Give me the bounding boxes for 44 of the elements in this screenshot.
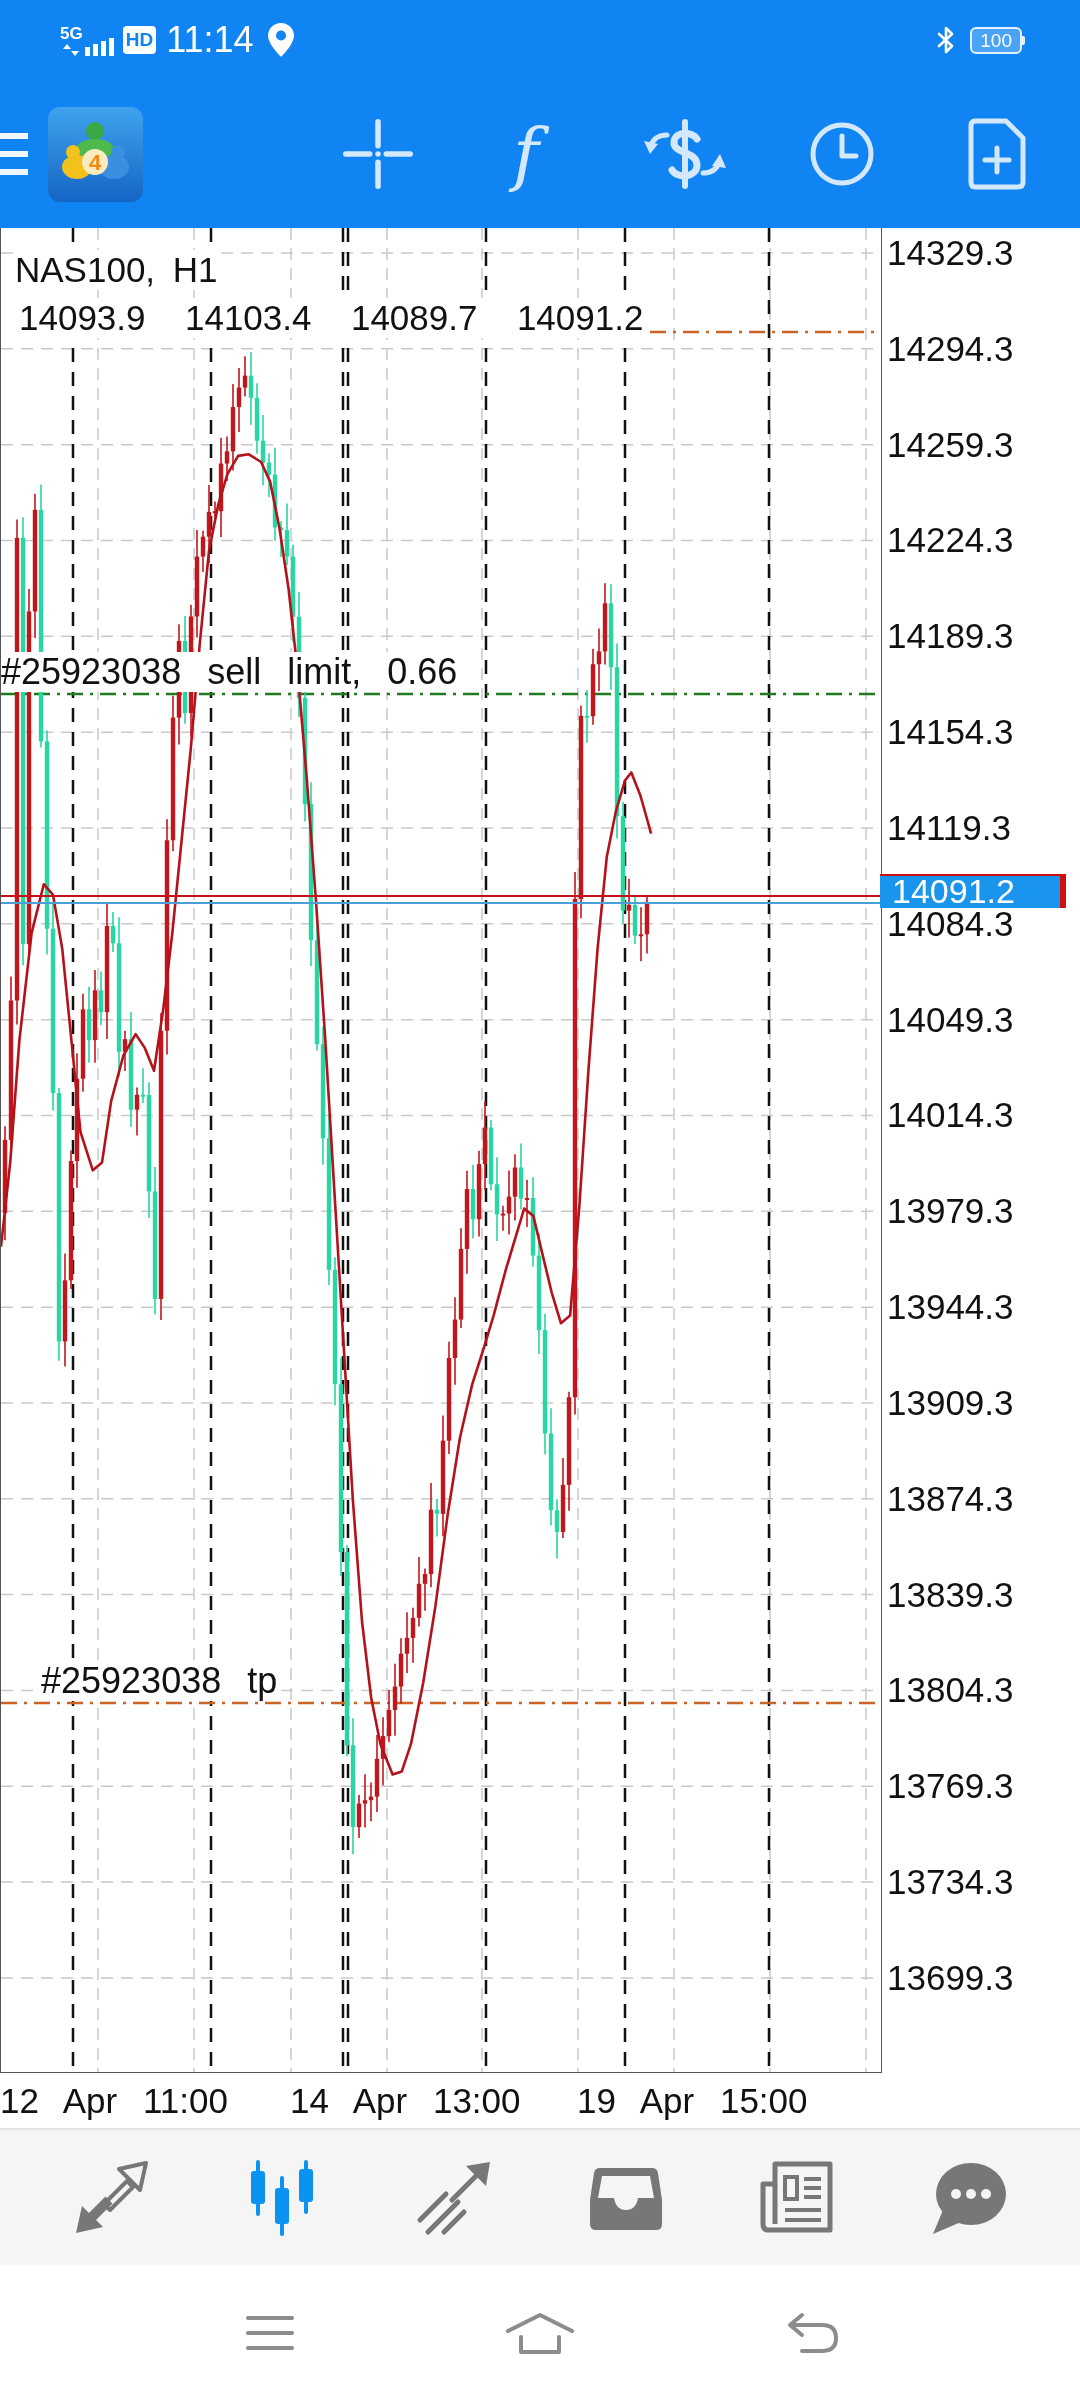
price-axis-label: 13769.3 bbox=[887, 1772, 1015, 1801]
price-axis-label: 14259.3 bbox=[887, 430, 1015, 459]
battery-level-text: 100 bbox=[970, 26, 1022, 54]
home-icon[interactable] bbox=[504, 2310, 576, 2355]
current-price-label: 14091.2 bbox=[880, 874, 1066, 908]
price-axis-label: 14189.3 bbox=[887, 622, 1015, 651]
price-axis-label: 14224.3 bbox=[887, 526, 1015, 555]
price-axis-label: 14294.3 bbox=[887, 334, 1015, 363]
price-axis-label: 14084.3 bbox=[887, 909, 1015, 938]
price-axis-label: 14154.3 bbox=[887, 718, 1015, 747]
time-axis-label: 12 Apr 11:00 bbox=[0, 2080, 229, 2121]
price-axis-label: 13699.3 bbox=[887, 1963, 1015, 1992]
time-axis-label: 14 Apr 13:00 bbox=[290, 2080, 522, 2121]
order-label: #25923038 sell limit, 0.66 bbox=[1, 652, 458, 692]
price-axis-label: 13874.3 bbox=[887, 1484, 1015, 1513]
price-axis-label: 13944.3 bbox=[887, 1293, 1015, 1322]
price-axis-label: 14049.3 bbox=[887, 1005, 1015, 1034]
network-type-label: 5G bbox=[60, 24, 83, 42]
price-axis-label: 14014.3 bbox=[887, 1101, 1015, 1130]
menu-icon[interactable] bbox=[0, 133, 28, 175]
clock-icon[interactable] bbox=[808, 121, 875, 187]
price-axis-label: 13804.3 bbox=[887, 1676, 1015, 1705]
hd-badge: HD bbox=[122, 26, 157, 54]
price-axis-label: 14119.3 bbox=[887, 813, 1012, 842]
newspaper-icon[interactable] bbox=[759, 2159, 836, 2236]
app-logo[interactable]: 4 bbox=[48, 106, 143, 202]
trend-arrow-icon[interactable] bbox=[416, 2159, 493, 2236]
time-axis-label: 19 Apr 15:00 bbox=[577, 2080, 809, 2121]
status-time: 11:14 bbox=[166, 19, 254, 61]
chart-symbol-label: NAS100, H1 bbox=[15, 250, 218, 290]
new-document-icon[interactable] bbox=[967, 118, 1026, 190]
data-arrows-icon bbox=[63, 43, 80, 56]
currency-exchange-icon[interactable] bbox=[642, 118, 727, 190]
menu-icon[interactable] bbox=[246, 2315, 294, 2350]
price-axis-label: 13979.3 bbox=[887, 1197, 1015, 1226]
location-pin-icon bbox=[267, 23, 294, 57]
price-axis-label: 14329.3 bbox=[887, 239, 1015, 267]
price-axis-label: 13839.3 bbox=[887, 1580, 1015, 1609]
crosshair-icon[interactable] bbox=[343, 119, 413, 189]
ohlc-values: 14093.9 14103.4 14089.7 14091.2 bbox=[19, 298, 644, 338]
price-axis-label: 13909.3 bbox=[887, 1388, 1015, 1417]
function-button[interactable]: f bbox=[493, 108, 559, 200]
price-axis-label: 13734.3 bbox=[887, 1868, 1015, 1897]
signal-icon bbox=[84, 35, 115, 56]
